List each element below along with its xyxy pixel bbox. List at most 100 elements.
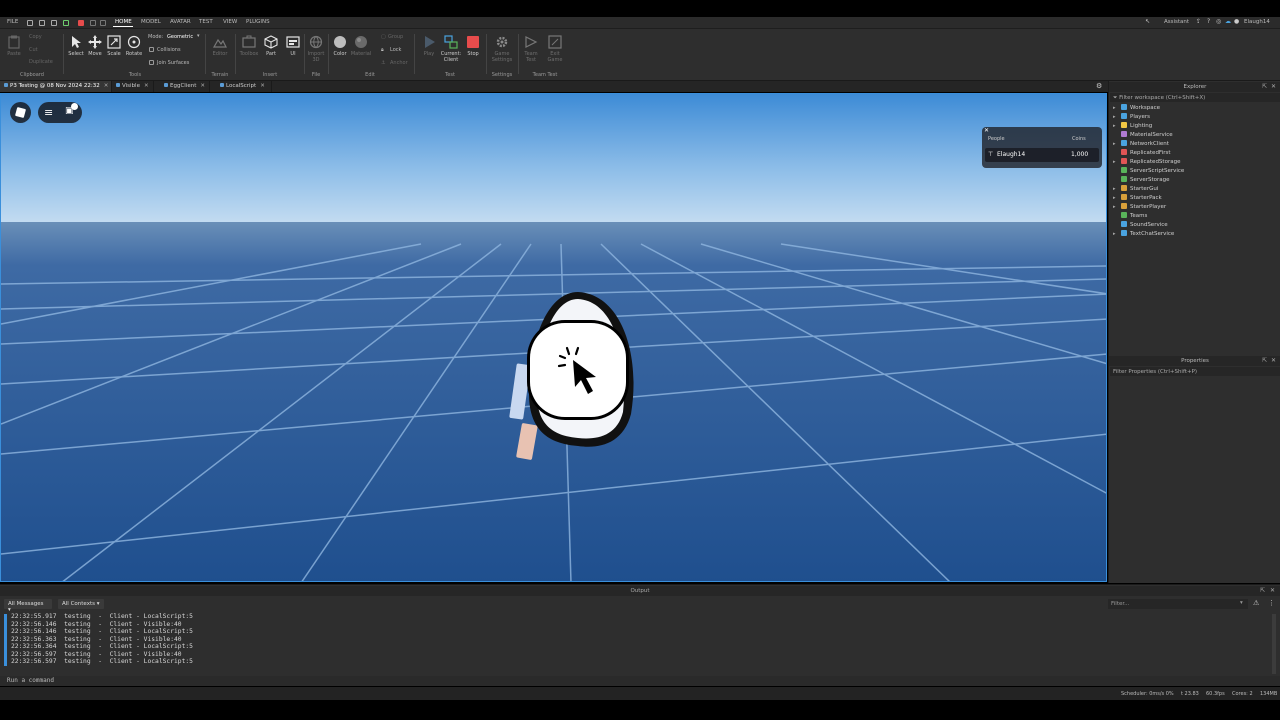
share-icon[interactable]: ⇪ [1196,18,1201,25]
tab-test[interactable]: TEST [199,19,213,25]
expand-arrow-icon[interactable]: ▸ [1113,123,1121,129]
material-button[interactable]: Material [350,35,372,57]
explorer-item[interactable]: ServerStorage [1113,176,1170,185]
tab-view[interactable]: VIEW [223,19,237,25]
tab-home[interactable]: HOME [115,19,132,25]
help-icon[interactable]: ? [1207,18,1210,25]
select-tool-button[interactable]: Select [67,35,85,57]
expand-arrow-icon[interactable]: ▸ [1113,105,1121,111]
tab-place-testing[interactable]: P3 Testing @ 08 Nov 2024 22:32 ✕ [0,81,112,92]
group-button[interactable]: Group [388,34,403,40]
move-tool-button[interactable]: Move [86,35,104,57]
expand-arrow-icon[interactable]: ▸ [1113,186,1121,192]
file-menu[interactable]: FILE [7,19,18,25]
undo-icon[interactable] [90,20,96,26]
clear-output-icon[interactable]: ⚠ [1253,599,1259,607]
cut-button[interactable]: Cut [29,47,38,53]
popout-icon[interactable]: ⇱ [1262,357,1267,364]
close-icon[interactable]: ✕ [104,83,109,89]
terrain-editor-button[interactable]: Editor [210,35,230,57]
notification-icon[interactable]: ◎ [1216,18,1221,25]
game-viewport[interactable]: ≡ ▣ [0,93,1107,582]
rotate-tool-button[interactable]: Rotate [124,35,144,57]
duplicate-button[interactable]: Duplicate [29,59,53,65]
explorer-item[interactable]: ▸ StarterPack [1113,194,1162,203]
tab-model[interactable]: MODEL [141,19,161,25]
tab-eggclient-script[interactable]: EggClient ✕ [160,81,210,92]
scale-tool-button[interactable]: Scale [105,35,123,57]
expand-arrow-icon[interactable]: ▸ [1113,141,1121,147]
command-bar[interactable]: Run a command [0,676,1280,686]
close-icon[interactable]: ✕ [200,83,205,89]
tab-plugins[interactable]: PLUGINS [246,19,270,25]
close-icon[interactable]: ✕ [144,83,149,89]
paste-button[interactable]: Paste [5,35,23,57]
explorer-item[interactable]: MaterialService [1113,131,1173,140]
output-scrollbar[interactable] [1272,614,1276,674]
tab-localscript[interactable]: LocalScript ✕ [216,81,272,92]
expand-arrow-icon[interactable]: ▸ [1113,231,1121,237]
play-button[interactable]: Play [420,35,438,57]
explorer-item[interactable]: ▸ Workspace [1113,104,1160,113]
expand-arrow-icon[interactable]: ▸ [1113,114,1121,120]
leaderboard-row[interactable]: ⊤ Elaugh14 1,000 [985,148,1099,162]
save-icon[interactable] [39,20,45,26]
roblox-menu-button[interactable] [10,102,31,123]
hamburger-menu-icon[interactable]: ≡ [44,106,53,119]
publish-icon[interactable] [51,20,57,26]
current-client-button[interactable]: Current: Client [438,35,464,63]
anchor-button[interactable]: Anchor [390,60,408,66]
explorer-item[interactable]: SoundService [1113,221,1168,230]
explorer-item[interactable]: ReplicatedFirst [1113,149,1171,158]
part-button[interactable]: Part [262,35,280,57]
output-search-input[interactable]: Filter... ▾ [1108,599,1248,609]
toolbox-button[interactable]: Toolbox [238,35,260,57]
expand-arrow-icon[interactable]: ▸ [1113,195,1121,201]
color-button[interactable]: Color [331,35,349,57]
chevron-down-icon[interactable]: ▾ [197,33,200,39]
explorer-item[interactable]: ▸ StarterGui [1113,185,1158,194]
explorer-item[interactable]: ▸ ReplicatedStorage [1113,158,1180,167]
copy-button[interactable]: Copy [29,34,42,40]
redo-icon[interactable] [100,20,106,26]
properties-filter-input[interactable]: Filter Properties (Ctrl+Shift+P) [1110,367,1280,376]
explorer-item[interactable]: ▸ Lighting [1113,122,1152,131]
close-icon[interactable]: ✕ [1271,357,1276,364]
tab-visible-script[interactable]: Visible ✕ [112,81,154,92]
viewport-settings-icon[interactable]: ⚙ [1096,82,1102,90]
explorer-item[interactable]: ServerScriptService [1113,167,1184,176]
assistant-button[interactable]: Assistant [1164,19,1189,25]
cloud-icon[interactable]: ☁ [1225,18,1231,25]
explorer-filter-input[interactable]: ⏷ Filter workspace (Ctrl+Shift+X) [1110,93,1280,102]
contexts-filter-dropdown[interactable]: All Contexts ▾ [58,599,104,609]
team-test-button[interactable]: Team Test [521,35,541,63]
lock-button[interactable]: Lock [390,47,401,53]
explorer-item[interactable]: ▸ NetworkClient [1113,140,1169,149]
user-name[interactable]: Elaugh14 [1244,19,1270,25]
join-surfaces-checkbox[interactable] [149,60,154,65]
game-settings-button[interactable]: Game Settings [489,35,515,63]
mode-dropdown[interactable]: Geometric [167,34,193,40]
messages-filter-dropdown[interactable]: All Messages ▾ [4,599,52,613]
more-options-icon[interactable]: ⋮ [1268,599,1275,607]
explorer-item[interactable]: ▸ Players [1113,113,1150,122]
exit-game-button[interactable]: Exit Game [545,35,565,63]
import-3d-button[interactable]: Import 3D [306,35,326,63]
tab-avatar[interactable]: AVATAR [170,19,191,25]
popout-icon[interactable]: ⇱ [1260,587,1265,594]
ui-button[interactable]: UI [284,35,302,57]
avatar-icon[interactable]: ● [1234,18,1239,25]
expand-arrow-icon[interactable]: ▸ [1113,204,1121,210]
popout-icon[interactable]: ⇱ [1262,83,1267,90]
stop-small-icon[interactable] [78,20,84,26]
stop-button[interactable]: Stop [464,35,482,57]
expand-arrow-icon[interactable]: ▸ [1113,159,1121,165]
explorer-item[interactable]: ▸ StarterPlayer [1113,203,1166,212]
close-icon[interactable]: ✕ [1271,83,1276,90]
close-icon[interactable]: ✕ [1270,587,1275,594]
new-file-icon[interactable] [27,20,33,26]
close-icon[interactable]: ✕ [260,83,265,89]
collisions-checkbox[interactable] [149,47,154,52]
explorer-item[interactable]: ▸ TextChatService [1113,230,1174,239]
assistant-icon[interactable]: ↖ [1145,18,1150,25]
